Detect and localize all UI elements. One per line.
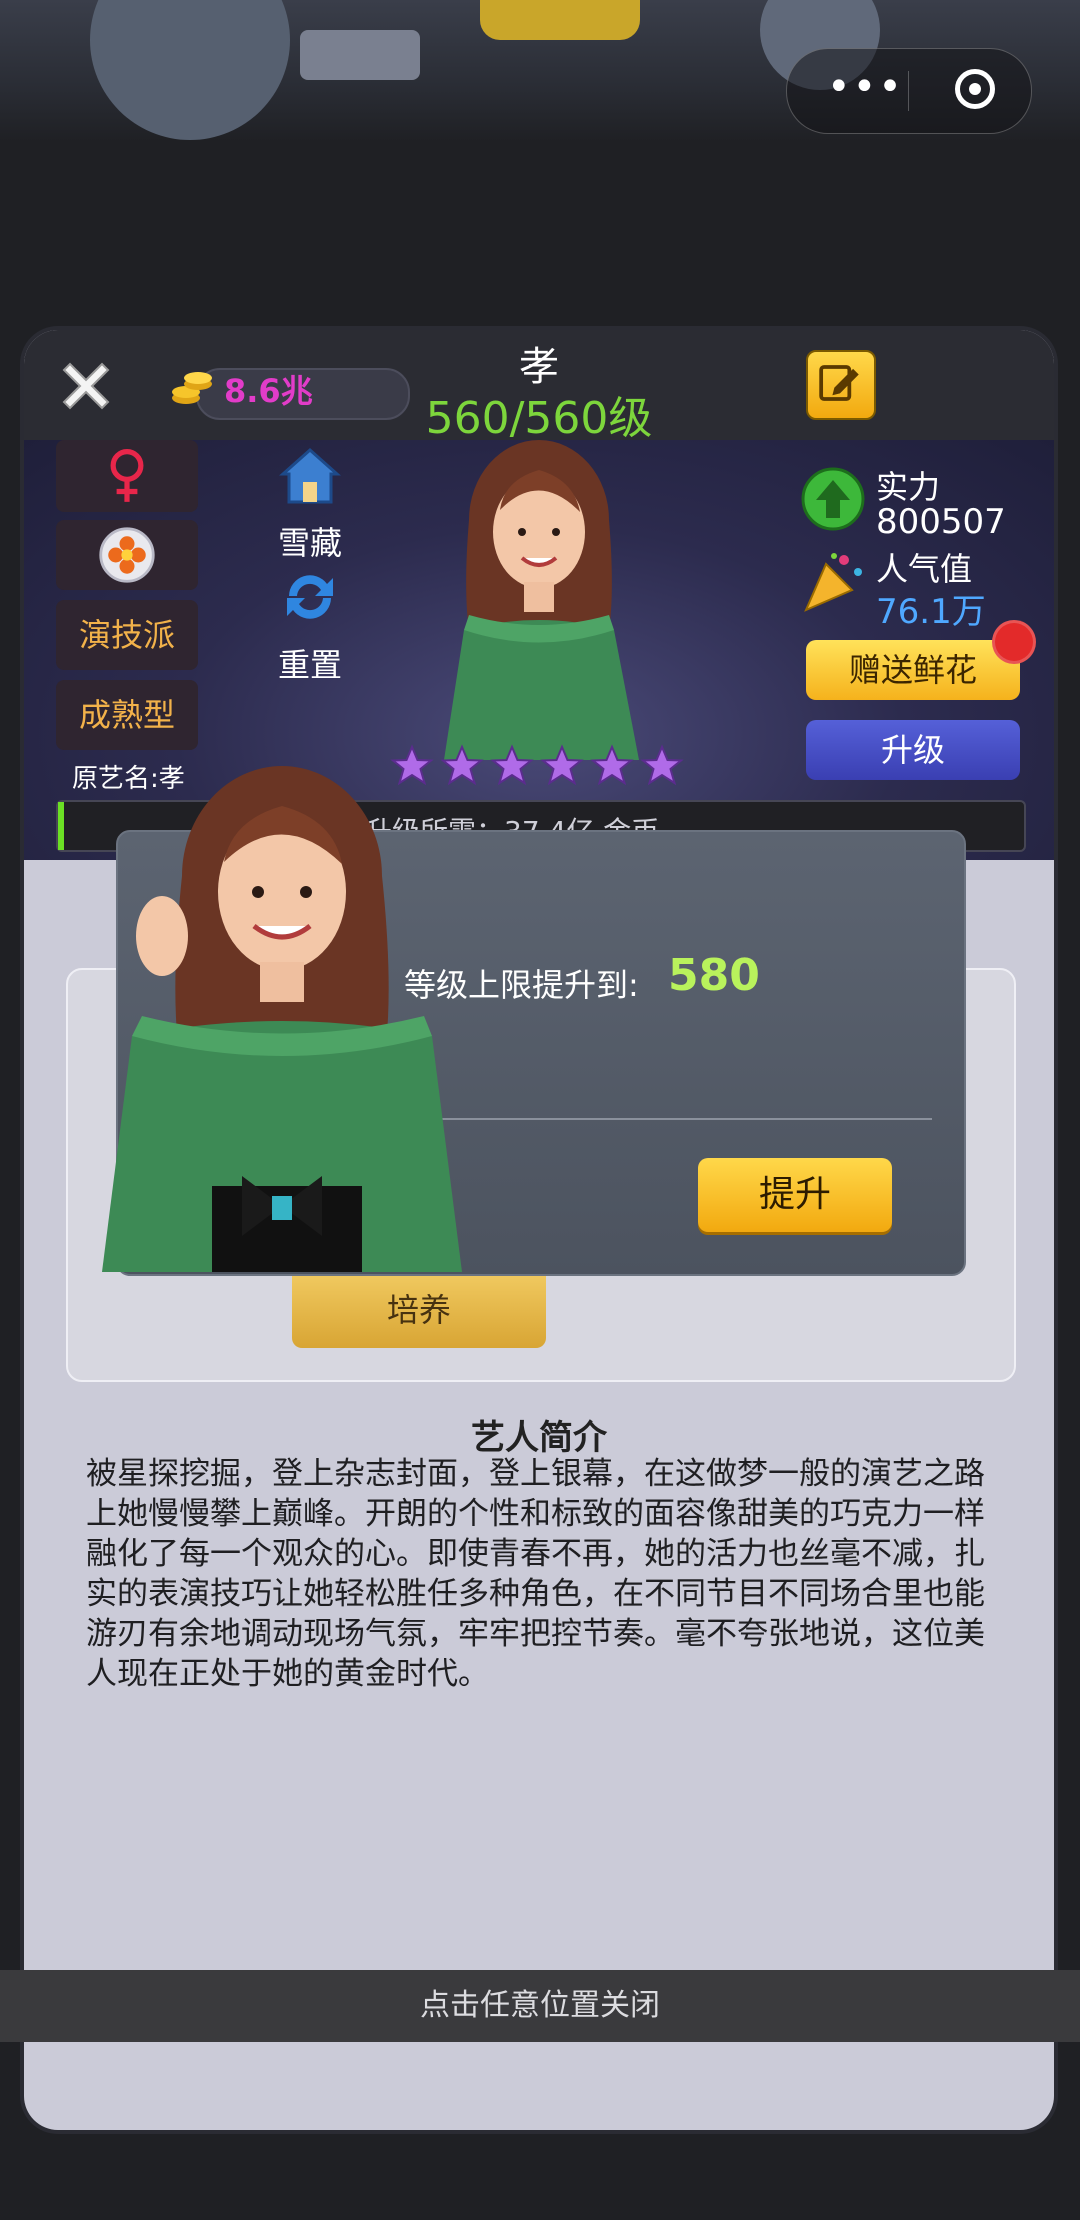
power-value: 800507: [876, 502, 1006, 542]
star-icon: [590, 744, 634, 786]
flower-badge-icon: [99, 527, 155, 583]
reset-label: 重置: [277, 646, 342, 684]
dialog-artist-portrait: [102, 766, 462, 1272]
badge-tile: [56, 520, 198, 590]
house-icon: [279, 447, 341, 504]
progress-fill: [58, 802, 64, 850]
popularity-value: 76.1万: [876, 592, 986, 632]
background-blob: [300, 30, 420, 80]
background-blob: [480, 0, 640, 40]
intro-title: 艺人简介: [471, 1418, 607, 1458]
style-type-tag: 成熟型: [56, 680, 198, 750]
artist-level: 560/560级: [425, 393, 653, 444]
upgrade-button[interactable]: 升级: [806, 720, 1020, 780]
mini-program-capsule: •••: [786, 48, 1032, 134]
send-flowers-button[interactable]: 赠送鲜花: [806, 640, 1020, 700]
acting-type-tag: 演技派: [56, 600, 198, 670]
raise-button[interactable]: 提升: [698, 1158, 892, 1232]
gender-tile: [56, 440, 198, 512]
panel-header: 8.6兆 孝 560/560级: [24, 330, 1054, 444]
edit-button[interactable]: [806, 350, 876, 420]
female-icon: [110, 449, 144, 502]
tap-to-close-bar[interactable]: 点击任意位置关闭: [0, 1970, 1080, 2042]
edit-icon: [819, 365, 859, 401]
background-blob: [90, 0, 290, 140]
capsule-divider: [908, 71, 909, 111]
more-icon[interactable]: •••: [827, 67, 904, 107]
dialog-divider: [408, 1118, 932, 1120]
reset-button[interactable]: 重置: [260, 566, 360, 686]
star-icon: [490, 744, 534, 786]
star-icon: [640, 744, 684, 786]
refresh-icon: [287, 575, 333, 619]
level-cap-value: 580: [668, 950, 760, 1001]
artist-portrait: [444, 440, 639, 760]
collect-label: 雪藏: [277, 524, 342, 562]
power-up-icon: [801, 467, 865, 531]
notification-dot: [992, 620, 1036, 664]
close-miniprogram-icon[interactable]: [955, 69, 995, 109]
collect-button[interactable]: 雪藏: [260, 444, 360, 564]
party-popper-icon: [804, 553, 862, 612]
intro-text: 被星探挖掘，登上杂志封面，登上银幕，在这做梦一般的演艺之路上她慢慢攀上巅峰。开朗…: [86, 1456, 985, 1692]
star-icon: [540, 744, 584, 786]
